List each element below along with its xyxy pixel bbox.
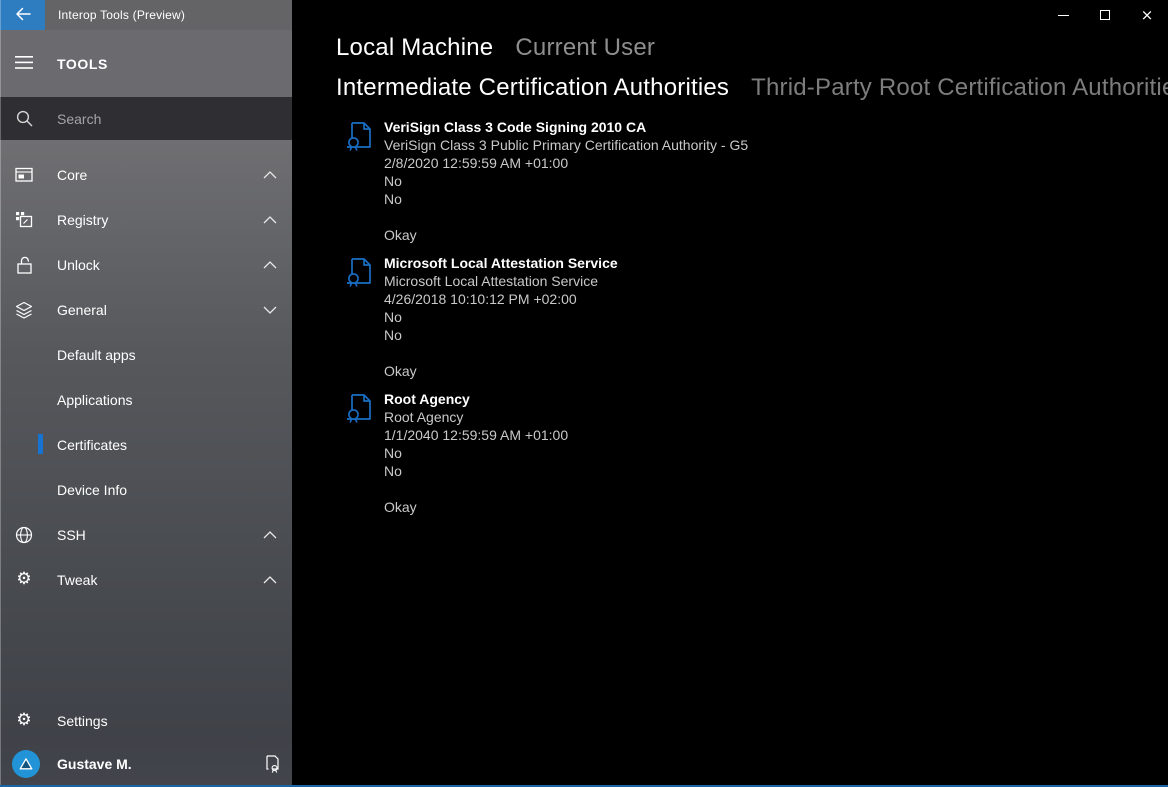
back-arrow-icon <box>14 7 32 24</box>
certificate-flag: No <box>384 308 618 326</box>
sidebar-item-label: Core <box>57 167 250 183</box>
certificate-date: 1/1/2040 12:59:59 AM +01:00 <box>384 426 568 444</box>
certificate-list-item[interactable]: VeriSign Class 3 Code Signing 2010 CA Ve… <box>336 118 1168 244</box>
search-bar <box>0 97 292 140</box>
chevron-up-icon <box>250 216 290 224</box>
gear-icon: ⚙ <box>0 712 48 729</box>
certificate-issuer: VeriSign Class 3 Public Primary Certific… <box>384 136 748 154</box>
sidebar-item-tweak[interactable]: ⚙ Tweak <box>0 557 292 602</box>
sidebar-item-label: SSH <box>57 527 250 543</box>
sidebar-item-ssh[interactable]: SSH <box>0 512 292 557</box>
certificate-flag: No <box>384 444 568 462</box>
tab-local-machine[interactable]: Local Machine <box>336 34 493 62</box>
minimize-button[interactable] <box>1042 0 1084 30</box>
selection-indicator <box>38 434 43 454</box>
certificate-details: VeriSign Class 3 Code Signing 2010 CA Ve… <box>384 118 748 244</box>
certificate-flag: No <box>384 326 618 344</box>
tab-intermediate-certification-authorities[interactable]: Intermediate Certification Authorities <box>336 74 729 102</box>
registry-icon <box>0 211 48 228</box>
sidebar-item-general[interactable]: General <box>0 287 292 332</box>
sidebar-item-label: Settings <box>57 713 292 729</box>
minimize-icon <box>1058 15 1069 16</box>
certificate-flag: No <box>384 190 748 208</box>
chevron-up-icon <box>250 261 290 269</box>
sidebar-item-registry[interactable]: Registry <box>0 197 292 242</box>
chevron-up-icon <box>250 531 290 539</box>
sidebar-item-unlock[interactable]: Unlock <box>0 242 292 287</box>
app-title: Interop Tools (Preview) <box>58 8 185 22</box>
sidebar-titlebar: Interop Tools (Preview) <box>0 0 292 30</box>
certificate-flag: No <box>384 172 748 190</box>
tools-header-label: TOOLS <box>57 56 108 72</box>
hamburger-menu-button[interactable] <box>0 40 48 88</box>
certificate-flag: No <box>384 462 568 480</box>
sidebar-item-label: Device Info <box>0 482 292 498</box>
certificate-list-item[interactable]: Root Agency Root Agency 1/1/2040 12:59:5… <box>336 390 1168 516</box>
sidebar-item-applications[interactable]: Applications <box>0 377 292 422</box>
certificate-name: Microsoft Local Attestation Service <box>384 254 618 272</box>
sidebar: Interop Tools (Preview) TOOLS Core <box>0 0 292 787</box>
search-icon <box>0 110 48 127</box>
certificate-list: VeriSign Class 3 Code Signing 2010 CA Ve… <box>336 118 1168 516</box>
certificate-issuer: Microsoft Local Attestation Service <box>384 272 618 290</box>
certificate-status: Okay <box>384 226 748 244</box>
sidebar-pane: Core Registry Unlock <box>0 140 292 787</box>
certificate-name: VeriSign Class 3 Code Signing 2010 CA <box>384 118 748 136</box>
hamburger-icon <box>15 56 33 72</box>
gear-icon: ⚙ <box>0 571 48 588</box>
core-icon <box>0 167 48 183</box>
main-content: × Local Machine Current User Intermediat… <box>292 0 1168 787</box>
chevron-up-icon <box>250 576 290 584</box>
certificate-status: Okay <box>384 498 568 516</box>
certificate-icon <box>252 755 292 773</box>
search-input[interactable] <box>57 111 292 127</box>
chevron-down-icon <box>250 306 290 314</box>
sidebar-header: TOOLS <box>0 30 292 97</box>
certificate-icon <box>347 257 375 292</box>
certificate-details: Microsoft Local Attestation Service Micr… <box>384 254 618 380</box>
tab-third-party-root-certification-authorities[interactable]: Thrid-Party Root Certification Authoriti… <box>751 74 1168 102</box>
certificate-date: 4/26/2018 10:10:12 PM +02:00 <box>384 290 618 308</box>
app-window: Interop Tools (Preview) TOOLS Core <box>0 0 1168 787</box>
certificate-issuer: Root Agency <box>384 408 568 426</box>
sidebar-item-certificates[interactable]: Certificates <box>0 422 292 467</box>
certificate-name: Root Agency <box>384 390 568 408</box>
close-icon: × <box>1141 8 1154 23</box>
certificate-list-item[interactable]: Microsoft Local Attestation Service Micr… <box>336 254 1168 380</box>
sidebar-item-label: Applications <box>0 392 292 408</box>
sidebar-item-device-info[interactable]: Device Info <box>0 467 292 512</box>
triangle-logo-icon <box>17 755 35 773</box>
back-button[interactable] <box>0 0 45 30</box>
store-pivot: Local Machine Current User <box>336 34 1168 62</box>
sidebar-item-label: Unlock <box>57 257 250 273</box>
layers-icon <box>0 301 48 319</box>
unlock-icon <box>0 256 48 274</box>
certificate-icon <box>347 393 375 428</box>
close-button[interactable]: × <box>1126 0 1168 30</box>
sidebar-item-core[interactable]: Core <box>0 152 292 197</box>
maximize-button[interactable] <box>1084 0 1126 30</box>
sidebar-item-label: Certificates <box>0 437 292 453</box>
user-name: Gustave M. <box>57 756 252 772</box>
window-controls: × <box>1042 0 1168 30</box>
certificate-status: Okay <box>384 362 618 380</box>
tab-current-user[interactable]: Current User <box>515 34 655 62</box>
avatar <box>12 750 40 778</box>
globe-icon <box>0 526 48 544</box>
user-account-row[interactable]: Gustave M. <box>0 743 292 785</box>
maximize-icon <box>1100 10 1110 20</box>
sidebar-item-default-apps[interactable]: Default apps <box>0 332 292 377</box>
sidebar-item-label: General <box>57 302 250 318</box>
sidebar-item-label: Default apps <box>0 347 292 363</box>
certificate-details: Root Agency Root Agency 1/1/2040 12:59:5… <box>384 390 568 516</box>
certificate-icon <box>347 121 375 156</box>
sidebar-item-label: Tweak <box>57 572 250 588</box>
certificate-date: 2/8/2020 12:59:59 AM +01:00 <box>384 154 748 172</box>
sidebar-item-label: Registry <box>57 212 250 228</box>
category-pivot: Intermediate Certification Authorities T… <box>336 74 1168 102</box>
chevron-up-icon <box>250 171 290 179</box>
sidebar-item-settings[interactable]: ⚙ Settings <box>0 698 292 743</box>
